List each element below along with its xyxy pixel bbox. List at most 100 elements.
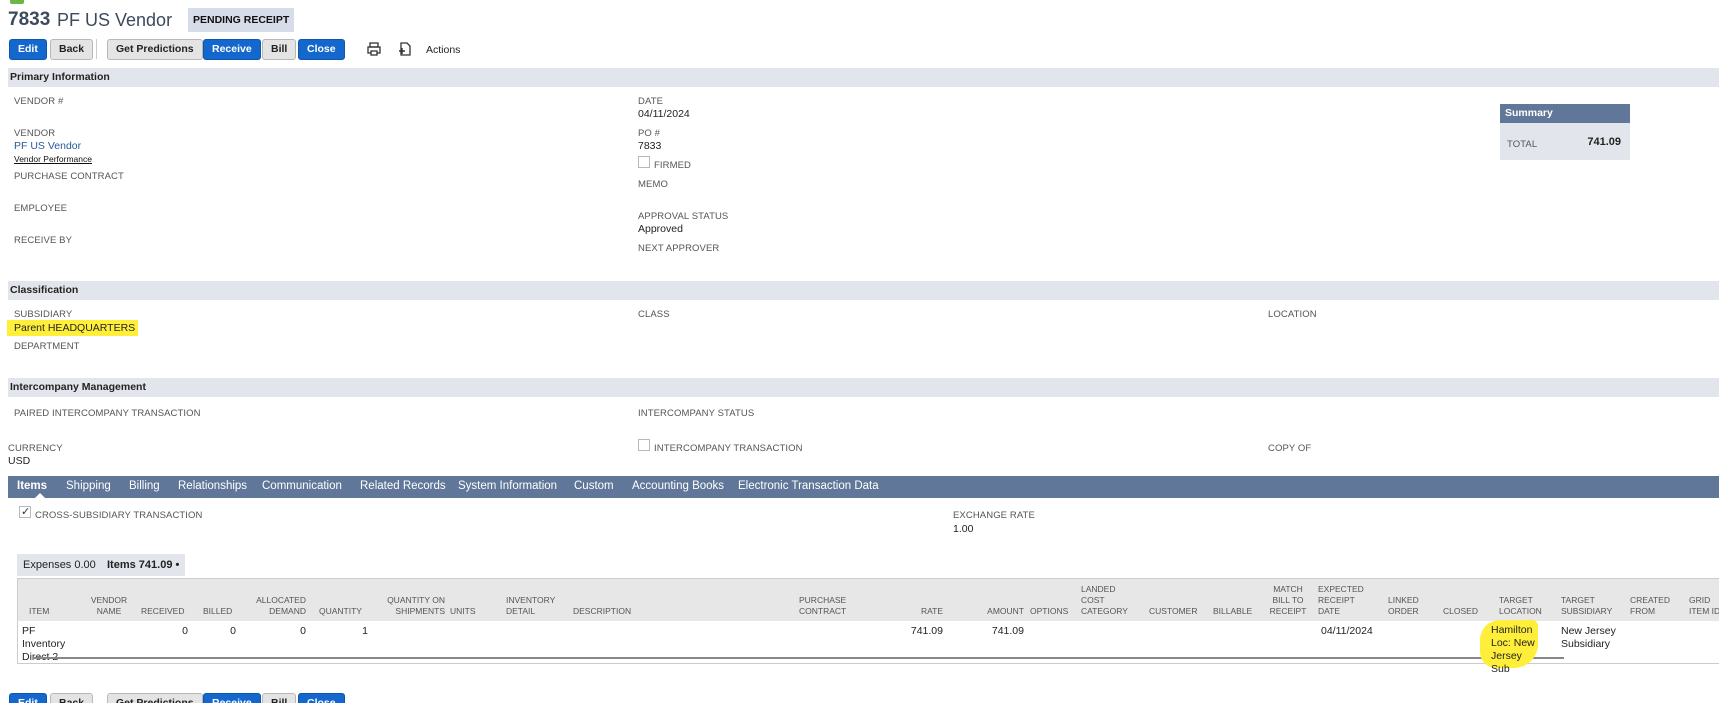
department-label: DEPARTMENT bbox=[14, 341, 80, 352]
row-expected-receipt-date: 04/11/2024 bbox=[1321, 625, 1373, 637]
bill-button[interactable]: Bill bbox=[262, 39, 297, 60]
close-button[interactable]: Close bbox=[298, 39, 345, 60]
col-rate[interactable]: RATE bbox=[903, 606, 943, 617]
subtabs-bar: Items Shipping Billing Relationships Com… bbox=[8, 476, 1719, 498]
tab-communication[interactable]: Communication bbox=[262, 480, 342, 492]
receive-by-label: RECEIVE BY bbox=[14, 235, 73, 246]
tab-billing[interactable]: Billing bbox=[129, 480, 160, 492]
col-customer[interactable]: CUSTOMER bbox=[1149, 606, 1198, 617]
exchange-rate-value: 1.00 bbox=[953, 523, 974, 535]
col-target-location[interactable]: TARGET LOCATION bbox=[1499, 595, 1545, 617]
tab-shipping[interactable]: Shipping bbox=[66, 480, 111, 492]
intercompany-transaction-checkbox bbox=[638, 439, 650, 451]
cross-subsidiary-label: CROSS-SUBSIDIARY TRANSACTION bbox=[35, 510, 203, 521]
vendor-number-label: VENDOR # bbox=[14, 96, 64, 107]
vendor-link[interactable]: PF US Vendor bbox=[14, 140, 81, 152]
back-button-bottom[interactable]: Back bbox=[50, 693, 94, 703]
col-target-subsidiary[interactable]: TARGET SUBSIDIARY bbox=[1561, 595, 1619, 617]
col-amount[interactable]: AMOUNT bbox=[962, 606, 1024, 617]
row-quantity: 1 bbox=[362, 625, 368, 637]
grid-header: ITEM VENDOR NAME RECEIVED BILLED ALLOCAT… bbox=[18, 579, 1719, 621]
tab-related-records[interactable]: Related Records bbox=[360, 480, 446, 492]
col-units[interactable]: UNITS bbox=[450, 606, 476, 617]
grid-horizontal-scrollbar[interactable] bbox=[34, 657, 1564, 659]
col-quantity[interactable]: QUANTITY bbox=[319, 606, 362, 617]
po-number-label: PO # bbox=[638, 128, 661, 139]
tab-items[interactable]: Items bbox=[17, 480, 47, 492]
row-target-location: Hamilton Loc: New Jersey Sub bbox=[1491, 624, 1535, 675]
edit-button-bottom[interactable]: Edit bbox=[9, 693, 47, 703]
subsidiary-value: Parent HEADQUARTERS bbox=[7, 320, 139, 336]
col-description[interactable]: DESCRIPTION bbox=[573, 606, 631, 617]
back-button[interactable]: Back bbox=[50, 39, 94, 60]
col-item[interactable]: ITEM bbox=[29, 606, 49, 617]
record-type-icon bbox=[10, 0, 24, 4]
actions-menu[interactable]: Actions bbox=[426, 44, 460, 56]
row-received: 0 bbox=[182, 625, 188, 637]
row-amount: 741.09 bbox=[991, 625, 1024, 637]
col-quantity-on-shipments[interactable]: QUANTITY ON SHIPMENTS bbox=[383, 595, 445, 617]
summary-title: Summary bbox=[1500, 104, 1630, 123]
new-document-icon[interactable] bbox=[397, 41, 413, 60]
subtab-expenses[interactable]: Expenses 0.00 bbox=[23, 559, 96, 571]
tab-relationships[interactable]: Relationships bbox=[178, 480, 247, 492]
receive-button[interactable]: Receive bbox=[203, 39, 261, 60]
row-billed: 0 bbox=[230, 625, 236, 637]
col-expected-receipt-date[interactable]: EXPECTED RECEIPT DATE bbox=[1318, 584, 1366, 617]
col-landed-cost-category[interactable]: LANDED COST CATEGORY bbox=[1081, 584, 1133, 617]
tab-electronic-transaction-data[interactable]: Electronic Transaction Data bbox=[738, 480, 879, 492]
vendor-label: VENDOR bbox=[14, 128, 56, 139]
vendor-performance-link[interactable]: Vendor Performance bbox=[14, 154, 92, 164]
subsidiary-label: SUBSIDIARY bbox=[14, 309, 73, 320]
intercompany-transaction-label: INTERCOMPANY TRANSACTION bbox=[654, 443, 803, 454]
toolbar-divider bbox=[96, 39, 97, 59]
col-received[interactable]: RECEIVED bbox=[141, 606, 184, 617]
primary-information-header[interactable]: Primary Information bbox=[8, 68, 1719, 87]
tab-custom[interactable]: Custom bbox=[574, 480, 614, 492]
location-label: LOCATION bbox=[1268, 309, 1317, 320]
col-purchase-contract[interactable]: PURCHASE CONTRACT bbox=[799, 595, 859, 617]
col-linked-order[interactable]: LINKED ORDER bbox=[1388, 595, 1428, 617]
po-number-value: 7833 bbox=[638, 140, 662, 152]
col-created-from[interactable]: CREATED FROM bbox=[1630, 595, 1674, 617]
classification-header[interactable]: Classification bbox=[8, 281, 1719, 300]
items-grid: ITEM VENDOR NAME RECEIVED BILLED ALLOCAT… bbox=[17, 578, 1719, 664]
status-badge: PENDING RECEIPT bbox=[188, 8, 295, 32]
col-billed[interactable]: BILLED bbox=[203, 606, 232, 617]
col-grid-item-id[interactable]: GRID ITEM ID bbox=[1689, 595, 1719, 617]
col-options[interactable]: OPTIONS bbox=[1030, 606, 1068, 617]
cross-subsidiary-checkbox bbox=[19, 505, 31, 518]
row-target-subsidiary: New Jersey Subsidiary bbox=[1561, 625, 1616, 650]
get-predictions-button-bottom[interactable]: Get Predictions bbox=[107, 693, 203, 703]
edit-button[interactable]: Edit bbox=[9, 39, 47, 60]
paired-intercompany-label: PAIRED INTERCOMPANY TRANSACTION bbox=[14, 408, 201, 419]
tab-accounting-books[interactable]: Accounting Books bbox=[632, 480, 724, 492]
date-label: DATE bbox=[638, 96, 664, 107]
next-approver-label: NEXT APPROVER bbox=[638, 243, 720, 254]
col-billable[interactable]: BILLABLE bbox=[1213, 606, 1252, 617]
col-closed[interactable]: CLOSED bbox=[1443, 606, 1478, 617]
firmed-label: FIRMED bbox=[654, 160, 692, 171]
print-icon[interactable] bbox=[366, 41, 382, 60]
col-match-bill-to-receipt[interactable]: MATCH BILL TO RECEIPT bbox=[1268, 584, 1308, 617]
summary-box: Summary TOTAL 741.09 bbox=[1500, 104, 1630, 160]
intercompany-status-label: INTERCOMPANY STATUS bbox=[638, 408, 755, 419]
memo-label: MEMO bbox=[638, 179, 668, 190]
firmed-checkbox bbox=[638, 156, 650, 168]
get-predictions-button[interactable]: Get Predictions bbox=[107, 39, 203, 60]
col-allocated-demand[interactable]: ALLOCATED DEMAND bbox=[246, 595, 306, 617]
items-subtab-bar: Expenses 0.00 Items 741.09 • bbox=[17, 554, 185, 576]
date-value: 04/11/2024 bbox=[638, 108, 690, 120]
bill-button-bottom[interactable]: Bill bbox=[262, 693, 297, 703]
record-vendor-name: PF US Vendor bbox=[57, 10, 173, 30]
intercompany-header[interactable]: Intercompany Management bbox=[8, 378, 1719, 397]
receive-button-bottom[interactable]: Receive bbox=[203, 693, 261, 703]
tab-system-information[interactable]: System Information bbox=[458, 480, 557, 492]
col-inventory-detail[interactable]: INVENTORY DETAIL bbox=[506, 595, 558, 617]
close-button-bottom[interactable]: Close bbox=[298, 693, 345, 703]
row-allocated-demand[interactable]: 0 bbox=[266, 625, 306, 638]
col-vendor-name[interactable]: VENDOR NAME bbox=[84, 595, 134, 617]
purchase-contract-label: PURCHASE CONTRACT bbox=[14, 171, 124, 182]
currency-label: CURRENCY bbox=[8, 443, 63, 454]
subtab-items[interactable]: Items 741.09 • bbox=[107, 559, 179, 571]
